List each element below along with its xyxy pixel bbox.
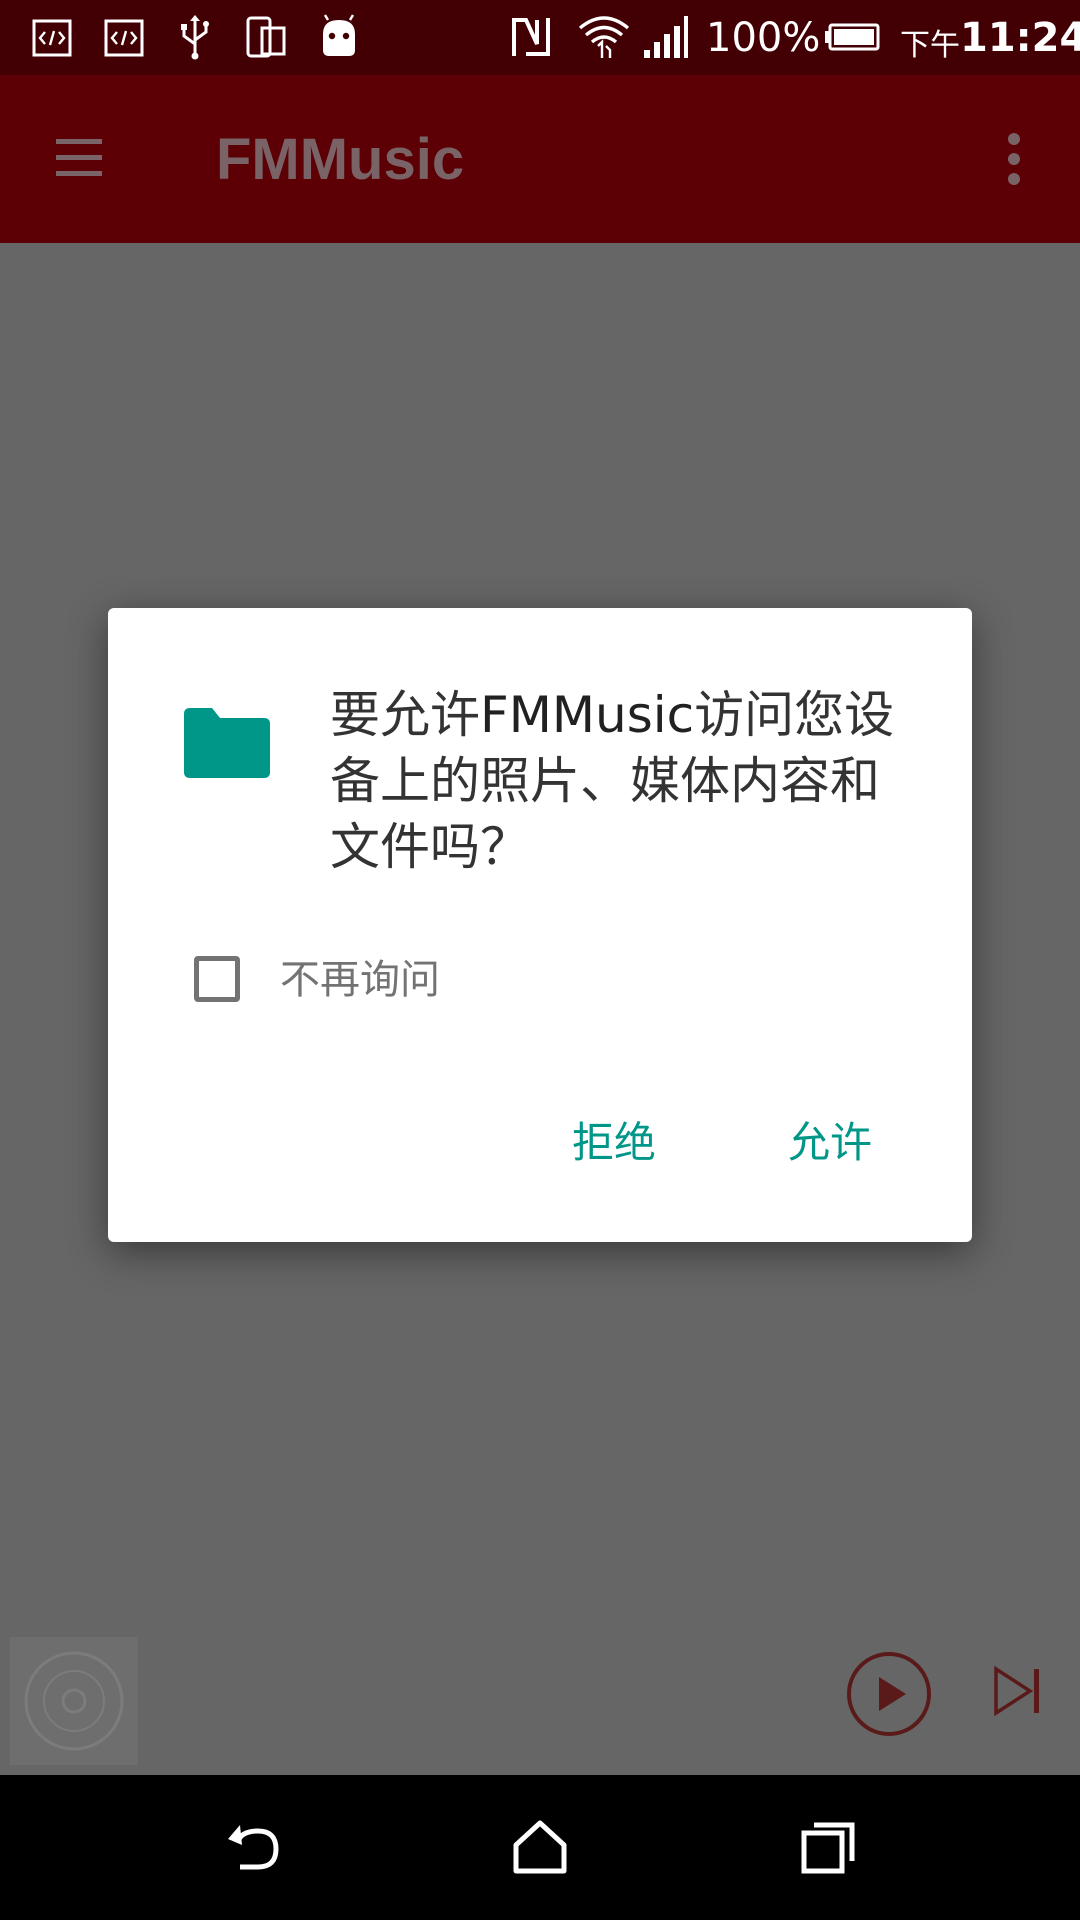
album-art[interactable] [10, 1637, 138, 1765]
permission-dialog: 要允许FMMusic访问您设备上的照片、媒体内容和文件吗？ 不再询问 拒绝 允许 [108, 608, 972, 1242]
message-app-name: FMMusic [480, 686, 695, 744]
usb-icon [181, 15, 209, 60]
recents-icon[interactable] [796, 1817, 860, 1877]
skip-next-icon[interactable] [990, 1661, 1046, 1721]
play-icon[interactable] [846, 1651, 932, 1737]
app-bar: FMMusic [0, 75, 1080, 243]
disc-icon [24, 1651, 124, 1751]
device-icon [246, 16, 286, 58]
back-icon[interactable] [222, 1817, 286, 1877]
signal-icon [644, 16, 688, 58]
allow-button[interactable]: 允许 [780, 1113, 880, 1173]
nfc-icon [512, 18, 550, 56]
message-prefix: 要允许 [330, 686, 480, 744]
home-icon[interactable] [508, 1817, 572, 1877]
deny-button[interactable]: 拒绝 [564, 1113, 664, 1173]
code-icon [32, 19, 72, 57]
menu-icon[interactable] [44, 127, 114, 187]
battery-percent: 100% [706, 15, 821, 61]
more-vert-icon[interactable] [990, 125, 1038, 195]
battery-icon [825, 23, 880, 51]
navigation-bar [0, 1775, 1080, 1920]
dialog-message: 要允许FMMusic访问您设备上的照片、媒体内容和文件吗？ [330, 682, 900, 880]
code-icon [104, 19, 144, 57]
time-prefix: 下午 [900, 28, 960, 63]
mini-player [0, 1633, 1080, 1773]
dont-ask-label: 不再询问 [280, 957, 440, 1003]
status-time: 11:24 [960, 15, 1080, 61]
dont-ask-checkbox[interactable] [194, 956, 240, 1002]
status-bar: 100% 下午 11:24 [0, 0, 1080, 75]
app-title: FMMusic [216, 127, 465, 192]
wifi-icon [578, 16, 630, 58]
android-icon [323, 14, 355, 56]
folder-icon [184, 708, 270, 778]
